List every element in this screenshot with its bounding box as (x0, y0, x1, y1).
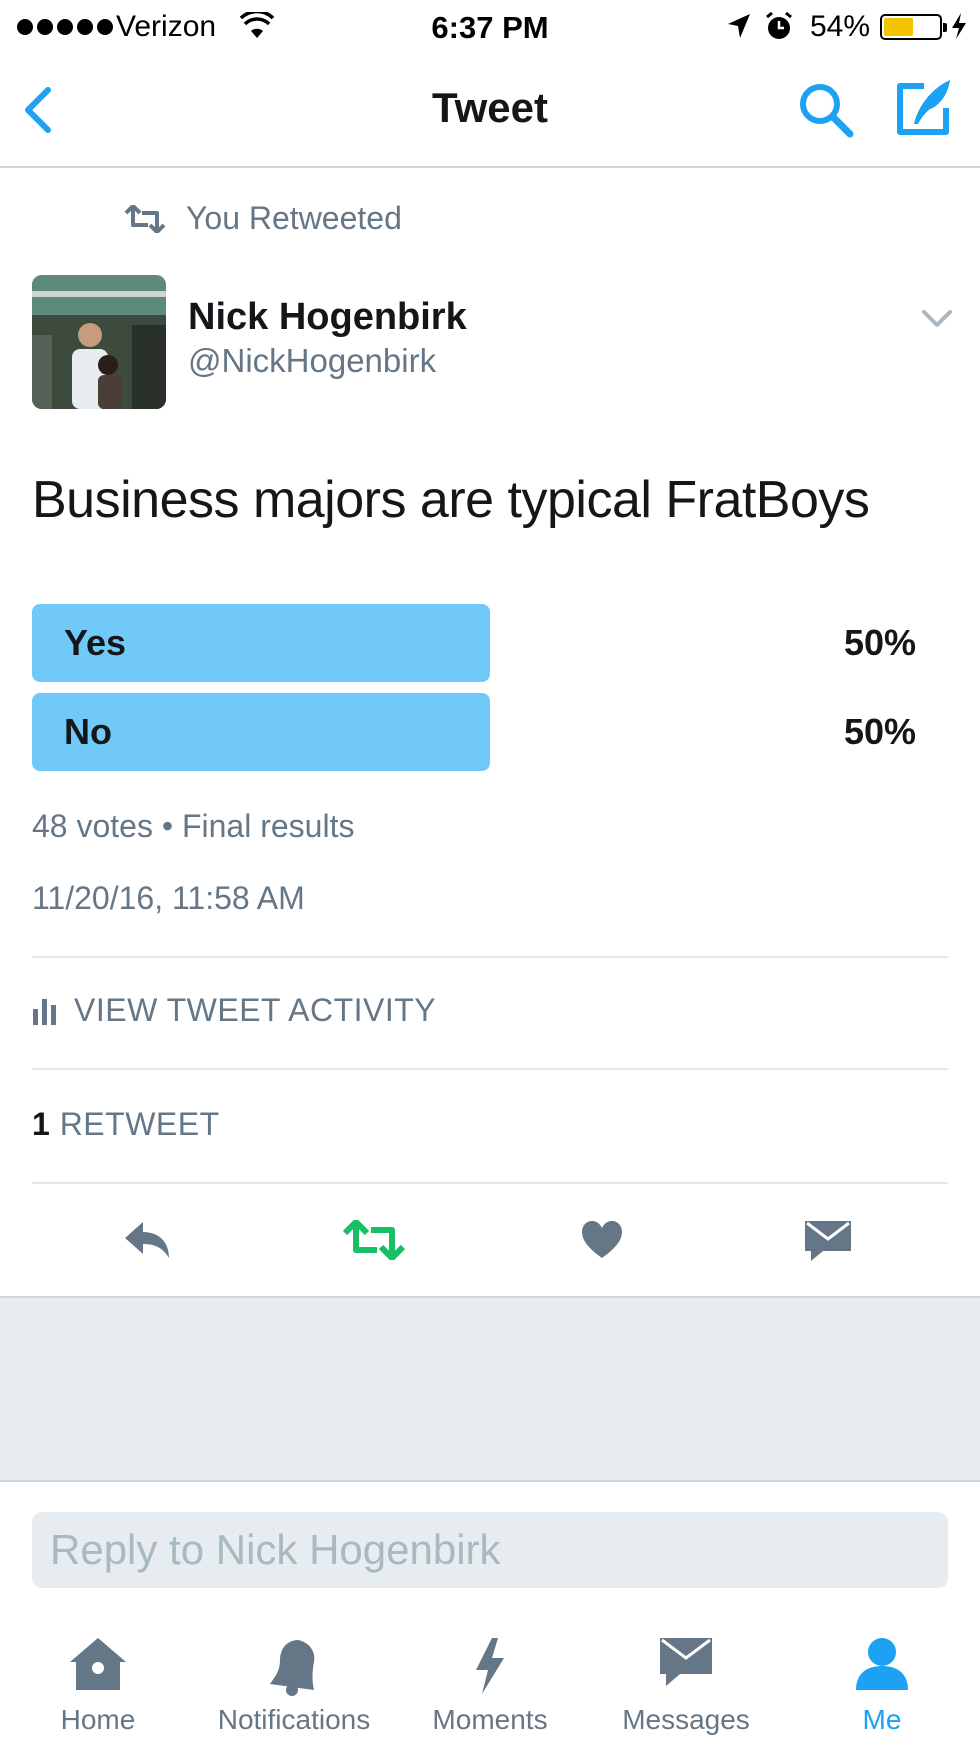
author-handle[interactable]: @NickHogenbirk (188, 342, 436, 380)
divider (32, 1068, 948, 1070)
navigation-bar: Tweet (0, 54, 980, 168)
reply-input[interactable] (32, 1512, 948, 1588)
tab-label: Me (862, 1704, 902, 1735)
poll-summary: 48 votes • Final results (32, 808, 354, 845)
chevron-down-icon[interactable] (920, 306, 954, 332)
poll-option-percent: 50% (843, 622, 916, 663)
view-tweet-activity-button[interactable]: VIEW TWEET ACTIVITY (32, 992, 436, 1029)
retweet-count-number: 1 (32, 1106, 51, 1142)
tab-label: Notifications (217, 1704, 371, 1735)
direct-message-button[interactable] (788, 1184, 868, 1296)
retweet-button[interactable] (334, 1184, 414, 1296)
poll-option-label: Yes (64, 622, 127, 663)
tab-messages[interactable]: Messages (588, 1610, 784, 1743)
battery-percent: 54% (810, 10, 871, 43)
author-name[interactable]: Nick Hogenbirk (188, 296, 467, 339)
reply-button[interactable] (108, 1184, 188, 1296)
location-arrow-icon (728, 14, 750, 38)
retweet-icon (343, 1220, 405, 1260)
poll-option-no: No 50% (32, 693, 952, 771)
heart-icon (582, 1221, 622, 1258)
compose-icon[interactable] (894, 76, 954, 138)
poll-option-yes: Yes 50% (32, 604, 952, 682)
poll-option-label: No (64, 711, 112, 752)
retweet-context: You Retweeted (124, 200, 402, 237)
retweet-context-label: You Retweeted (186, 200, 402, 236)
home-icon (70, 1638, 126, 1690)
poll-votes: 48 votes (32, 808, 153, 844)
like-button[interactable] (562, 1184, 642, 1296)
tweet-actions (0, 1184, 980, 1296)
envelope-icon (660, 1638, 712, 1686)
tab-label: Messages (622, 1704, 750, 1735)
poll-status: Final results (181, 808, 355, 844)
tweet-text: Business majors are typical FratBoys (32, 471, 870, 529)
person-icon (856, 1638, 908, 1690)
empty-replies-area (0, 1296, 980, 1482)
charging-bolt-icon (952, 13, 966, 39)
bar-chart-icon (33, 998, 56, 1025)
tab-home[interactable]: Home (0, 1610, 196, 1743)
retweet-count-label: RETWEET (59, 1106, 220, 1142)
poll-option-percent: 50% (843, 711, 916, 752)
poll-separator: • (161, 808, 174, 844)
tab-me[interactable]: Me (784, 1610, 980, 1743)
envelope-icon (805, 1221, 851, 1261)
search-icon[interactable] (796, 80, 856, 140)
tab-bar: Home Notifications Moments Messages Me (0, 1610, 980, 1743)
tab-notifications[interactable]: Notifications (196, 1610, 392, 1743)
tab-moments[interactable]: Moments (392, 1610, 588, 1743)
alarm-icon (766, 11, 792, 39)
avatar[interactable] (32, 275, 166, 409)
retweet-count[interactable]: 1 RETWEET (32, 1106, 220, 1143)
tweet-timestamp: 11/20/16, 11:58 AM (32, 880, 305, 916)
status-bar: Verizon 6:37 PM 54% (0, 0, 980, 54)
tab-label: Home (60, 1704, 136, 1735)
reply-icon (125, 1222, 169, 1258)
battery-icon (880, 14, 947, 40)
view-tweet-activity-label: VIEW TWEET ACTIVITY (74, 992, 437, 1028)
bell-icon (270, 1640, 315, 1696)
tab-label: Moments (432, 1704, 548, 1735)
divider (32, 956, 948, 958)
lightning-icon (476, 1638, 504, 1694)
retweet-icon (124, 204, 166, 233)
